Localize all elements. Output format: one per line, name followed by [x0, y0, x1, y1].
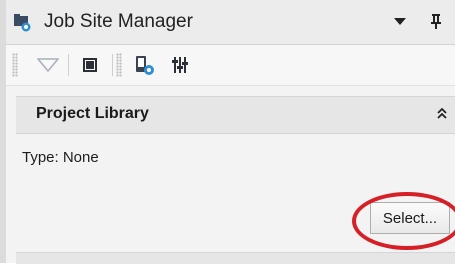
device-settings-icon[interactable] — [130, 51, 158, 79]
job-site-icon — [12, 12, 32, 32]
double-chevron-up-icon[interactable] — [434, 105, 450, 123]
dropdown-arrow-icon[interactable] — [391, 12, 409, 30]
section-header[interactable]: Project Library — [16, 96, 455, 134]
toolbar-grip[interactable] — [12, 53, 18, 77]
balance-icon[interactable] — [166, 51, 194, 79]
toolbar-grip — [116, 53, 122, 77]
select-button[interactable]: Select... — [370, 202, 450, 234]
toolbar-separator — [68, 54, 69, 76]
type-label: Type: None — [22, 149, 99, 166]
next-section-header — [16, 252, 455, 264]
title-bar: Job Site Manager — [6, 0, 455, 45]
job-site-manager-panel: Job Site Manager Project Library Type: N… — [0, 0, 455, 264]
project-library-panel: Project Library Type: None Select... — [6, 86, 455, 264]
filter-icon[interactable] — [34, 51, 62, 79]
terminal-icon[interactable] — [76, 51, 104, 79]
toolbar-separator — [112, 54, 113, 76]
section-title: Project Library — [36, 105, 149, 122]
pin-icon[interactable] — [426, 10, 446, 32]
toolbar — [6, 45, 455, 86]
window-title: Job Site Manager — [44, 11, 193, 32]
